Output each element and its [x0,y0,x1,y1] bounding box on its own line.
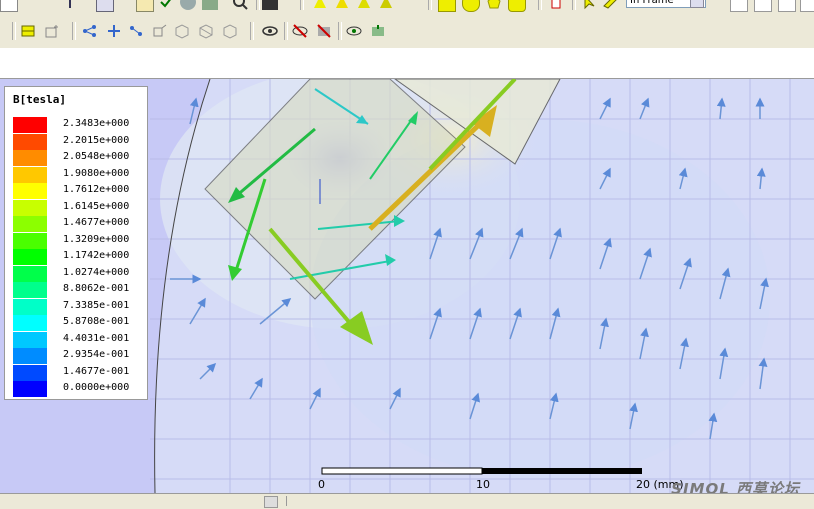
scale-tick-0: 0 [318,478,325,491]
scale-bar [321,467,642,475]
status-strip [0,493,814,509]
status-splitter[interactable] [264,496,278,508]
status-splitter[interactable] [286,496,291,506]
scale-segment-white [321,467,483,475]
scale-segment-black [482,468,642,474]
scale-tick-10: 10 [476,478,490,491]
